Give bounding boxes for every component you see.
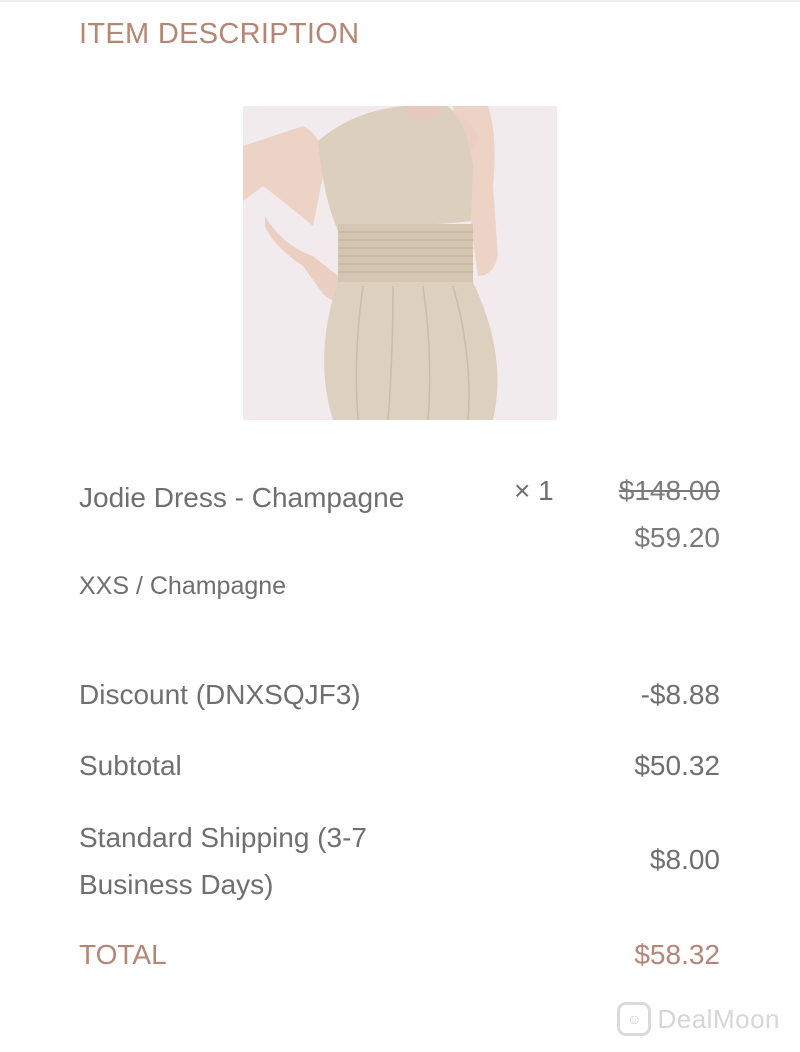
total-label: TOTAL (79, 939, 167, 970)
product-image[interactable] (243, 106, 557, 420)
shipping-value: $8.00 (649, 844, 720, 875)
subtotal-value: $50.32 (634, 750, 720, 781)
dealmoon-logo-icon: ☺ (617, 1002, 652, 1036)
item-quantity: × 1 (514, 475, 554, 506)
dress-photo (243, 106, 557, 420)
total-value: $58.32 (634, 939, 720, 970)
section-title: ITEM DESCRIPTION (79, 18, 360, 50)
original-price: $148.00 (618, 475, 720, 506)
sale-price: $59.20 (634, 522, 720, 553)
subtotal-label: Subtotal (79, 750, 182, 781)
watermark-text: DealMoon (657, 1003, 780, 1034)
watermark: ☺ DealMoon (617, 1002, 780, 1036)
top-divider (0, 0, 800, 2)
discount-value: -$8.88 (640, 679, 720, 710)
discount-label: Discount (DNXSQJF3) (79, 679, 361, 710)
item-variant: XXS / Champagne (79, 572, 287, 600)
item-name: Jodie Dress - Champagne (79, 482, 405, 513)
shipping-label: Standard Shipping (3-7 Business Days) (79, 822, 367, 900)
